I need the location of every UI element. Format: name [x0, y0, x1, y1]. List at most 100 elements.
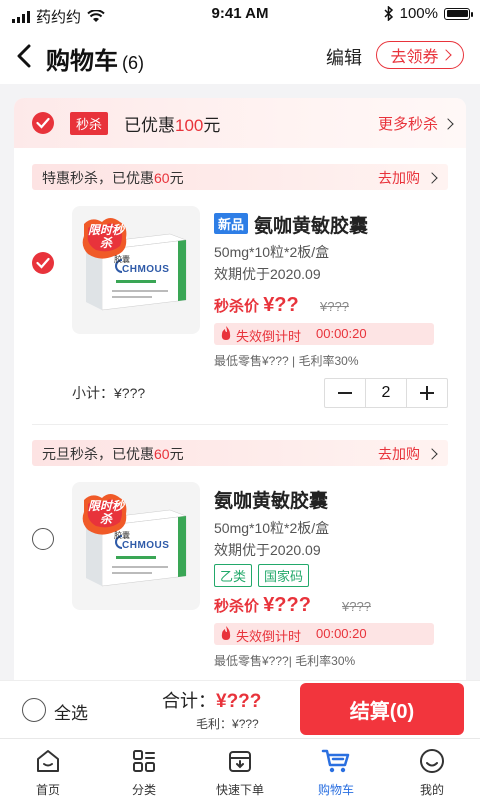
get-coupon-button[interactable]: 去领券 — [376, 41, 464, 69]
cart-icon — [321, 749, 350, 773]
promo-bar-2: 元旦秒杀，已优惠60元 去加购 — [32, 440, 448, 466]
promo-bar-1: 特惠秒杀，已优惠60元 去加购 — [32, 164, 448, 190]
decrease-button[interactable] — [325, 379, 365, 407]
gross-profit: 毛利：¥??? — [196, 715, 259, 732]
cart-count: (6) — [122, 53, 144, 73]
original-price: ¥??? — [320, 299, 349, 314]
divider — [32, 424, 448, 425]
tab-category[interactable]: 分类 — [96, 739, 192, 800]
tab-bar: 首页 分类 快速下单 购物车 我的 — [0, 738, 480, 800]
profile-icon — [420, 749, 444, 773]
tab-label: 分类 — [131, 783, 156, 797]
countdown-label: 失效倒计时 — [236, 329, 302, 344]
flame-icon — [221, 326, 231, 340]
seckill-price: 秒杀价 ¥?? — [214, 294, 299, 317]
status-bar: 药约约 9:41 AM 100% — [0, 0, 480, 28]
quick-order-icon — [229, 751, 251, 772]
cart-list[interactable]: 秒杀 已优惠100元 更多秒杀 特惠秒杀，已优惠60元 去加购 CHMOUS 胶… — [0, 84, 480, 680]
seckill-header: 秒杀 已优惠100元 更多秒杀 — [14, 98, 466, 148]
countdown-time: 00:00:20 — [316, 626, 367, 641]
national-code-tag: 国家码 — [258, 564, 310, 587]
product-tags: 乙类 国家码 — [214, 564, 310, 587]
increase-button[interactable] — [407, 379, 447, 407]
tab-label: 首页 — [35, 783, 60, 797]
back-arrow-icon[interactable] — [14, 44, 36, 68]
bluetooth-icon — [384, 6, 393, 21]
select-all-label[interactable]: 全选 — [54, 699, 88, 724]
margin-label: 毛利： — [196, 717, 233, 731]
promo-amount: 60 — [154, 446, 170, 462]
chevron-right-icon — [442, 117, 454, 130]
nav-bar: 购物车 (6) 编辑 去领券 — [0, 28, 480, 84]
promo-text: 元旦秒杀，已优惠60元 — [42, 444, 184, 464]
product-brand: CHMOUS — [122, 540, 170, 551]
flash-sale-badge-text: 限时秒杀 — [87, 223, 124, 250]
quantity-input[interactable]: 2 — [365, 379, 407, 407]
product-image[interactable]: CHMOUS 胶囊 限时秒杀 — [72, 482, 200, 610]
product-spec: 50mg*10粒*2板/盒 — [214, 520, 330, 536]
seckill-price: 秒杀价 ¥??? — [214, 594, 311, 617]
product-meta: 最低零售¥??? | 毛利率30% — [214, 354, 359, 368]
flash-sale-badge: 限时秒杀 — [80, 216, 130, 260]
product-meta: 最低零售¥???| 毛利率30% — [214, 654, 356, 668]
checkout-button[interactable]: 结算(0) — [300, 683, 464, 735]
category-tag: 乙类 — [214, 564, 253, 587]
page-title: 购物车 (6) — [46, 41, 144, 76]
product-image[interactable]: CHMOUS 胶囊 限时秒杀 — [72, 206, 200, 334]
price-label: 秒杀价 — [214, 298, 260, 315]
total-amount: ¥??? — [216, 691, 262, 712]
tab-profile[interactable]: 我的 — [384, 739, 480, 800]
chevron-right-icon — [439, 49, 452, 61]
original-price: ¥??? — [342, 599, 371, 614]
saved-amount: 100 — [175, 116, 204, 135]
price-value: ¥??? — [263, 594, 311, 616]
product-expiry: 效期优于2020.09 — [214, 542, 321, 558]
promo-suffix: 元 — [169, 170, 184, 186]
product-brand: CHMOUS — [122, 264, 170, 275]
tab-cart[interactable]: 购物车 — [288, 739, 384, 800]
tab-label: 快速下单 — [215, 783, 264, 797]
more-seckill-link[interactable]: 更多秒杀 — [377, 113, 454, 134]
product-checkbox[interactable] — [32, 252, 54, 274]
margin-amount: ¥??? — [232, 717, 259, 731]
countdown-bar: 失效倒计时 00:00:20 — [214, 323, 434, 345]
page-title-text: 购物车 — [46, 48, 118, 75]
countdown-bar: 失效倒计时 00:00:20 — [214, 623, 434, 645]
price-label: 秒杀价 — [214, 598, 260, 615]
product-name[interactable]: 新品 氨咖黄敏胶囊 — [214, 211, 368, 238]
edit-button[interactable]: 编辑 — [326, 44, 362, 70]
tab-label: 购物车 — [317, 783, 354, 797]
total-label: 合计： — [162, 691, 216, 711]
product-name[interactable]: 氨咖黄敏胶囊 — [214, 486, 328, 513]
seckill-group-checkbox[interactable] — [32, 112, 54, 134]
product-spec: 50mg*10粒*2板/盒 — [214, 244, 330, 260]
price-value: ¥?? — [263, 294, 299, 316]
quantity-stepper: 2 — [324, 378, 448, 408]
promo-text: 特惠秒杀，已优惠60元 — [42, 168, 184, 188]
saved-suffix: 元 — [203, 116, 221, 135]
saved-prefix: 已优惠 — [124, 116, 175, 135]
tab-home[interactable]: 首页 — [0, 739, 96, 800]
new-tag: 新品 — [214, 213, 249, 234]
more-seckill-label: 更多秒杀 — [377, 116, 438, 133]
countdown-label: 失效倒计时 — [236, 629, 302, 644]
countdown-time: 00:00:20 — [316, 326, 367, 341]
add-more-link[interactable]: 去加购 — [378, 168, 438, 188]
add-more-label: 去加购 — [378, 170, 420, 186]
battery-icon — [444, 7, 473, 20]
flash-sale-badge: 限时秒杀 — [80, 492, 130, 536]
category-icon — [133, 750, 155, 772]
total-price: 合计：¥??? — [162, 687, 261, 713]
seckill-tag: 秒杀 — [70, 112, 109, 135]
promo-prefix: 元旦秒杀，已优惠 — [42, 446, 154, 462]
add-more-link[interactable]: 去加购 — [378, 444, 438, 464]
tab-quick-order[interactable]: 快速下单 — [192, 739, 288, 800]
promo-prefix: 特惠秒杀，已优惠 — [42, 170, 154, 186]
chevron-right-icon — [426, 172, 438, 184]
seckill-saved-text: 已优惠100元 — [124, 111, 220, 136]
get-coupon-label: 去领券 — [390, 49, 439, 66]
product-checkbox[interactable] — [32, 528, 54, 550]
select-all-checkbox[interactable] — [22, 698, 46, 722]
add-more-label: 去加购 — [378, 446, 420, 462]
product-name-text: 氨咖黄敏胶囊 — [254, 216, 369, 237]
